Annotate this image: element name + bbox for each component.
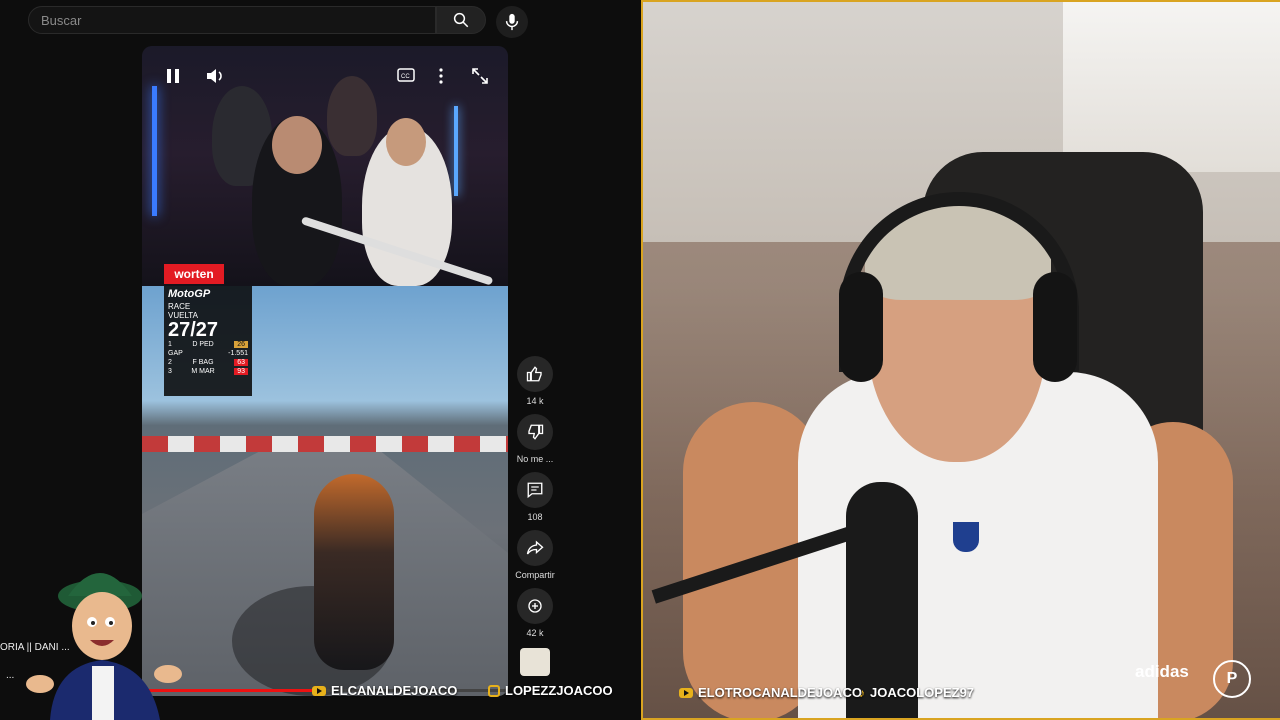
stream-layout: Buscar CC worten MotoGP RACE VUELTA 27/2… — [0, 0, 1280, 720]
headset-earcup — [839, 272, 883, 382]
more-vertical-icon — [439, 68, 443, 84]
share-label: Compartir — [515, 570, 555, 580]
sponsor-logo: worten — [164, 264, 224, 284]
captions-button[interactable]: CC — [397, 68, 415, 87]
webcam-reaction-video: CC — [142, 46, 508, 286]
standings-row: 3 M MAR 93 — [164, 367, 252, 376]
sound-thumbnail[interactable] — [520, 648, 550, 676]
lap-counter: 27/27 — [168, 319, 219, 341]
social-handle-tiktok: ♪ JOACOLOPEZ97 — [859, 685, 974, 700]
remix-icon — [528, 599, 542, 613]
person-head — [386, 118, 426, 166]
remix-count: 42 k — [526, 628, 544, 638]
like-button[interactable]: 14 k — [512, 356, 558, 410]
position: 2 — [168, 359, 172, 366]
youtube-icon — [679, 687, 693, 698]
microphone-icon — [505, 13, 519, 31]
trackside-barrier — [142, 436, 508, 452]
channel-logo-icon: P — [1213, 660, 1251, 698]
pause-button[interactable] — [166, 68, 180, 89]
voice-search-button[interactable] — [496, 6, 528, 38]
dislike-button[interactable]: No me ... — [512, 414, 558, 468]
handle-text: ELOTROCANALDEJOACO — [698, 685, 862, 700]
short-video-player[interactable]: CC worten MotoGP RACE VUELTA 27/27 1 D P… — [142, 46, 508, 696]
standings-row: 1 D PED 26 — [164, 340, 252, 349]
more-options-button[interactable] — [439, 68, 443, 89]
pause-icon — [167, 69, 179, 83]
search-input[interactable]: Buscar — [28, 6, 436, 34]
fullscreen-button[interactable] — [472, 68, 488, 89]
bright-window — [1063, 2, 1280, 172]
gap-row: GAP -1.551 — [164, 349, 252, 358]
rider-name: F BAG — [192, 359, 214, 366]
volume-button[interactable] — [206, 68, 224, 89]
neon-light — [454, 106, 458, 196]
dislike-label: No me ... — [516, 454, 554, 464]
thumbs-down-icon — [528, 424, 544, 440]
person-head — [272, 116, 322, 174]
youtube-shorts-panel: Buscar CC worten MotoGP RACE VUELTA 27/2… — [0, 0, 640, 720]
gap-value: -1.551 — [228, 350, 248, 357]
search-icon — [453, 12, 469, 28]
standings-row: 2 F BAG 63 — [164, 358, 252, 367]
social-handle-instagram: LOPEZZJOACOO — [488, 683, 613, 698]
comments-button[interactable]: 108 — [512, 472, 558, 526]
adidas-logo: adidas — [1135, 662, 1189, 681]
person-silhouette — [327, 76, 377, 156]
race-standings-overlay: MotoGP RACE VUELTA 27/27 1 D PED 26 GAP … — [164, 286, 252, 396]
tiktok-icon: ♪ — [859, 685, 865, 700]
streamer-webcam-panel: ELOTROCANALDEJOACO ♪ JOACOLOPEZ97 adidas… — [641, 0, 1280, 720]
rider-number: 63 — [234, 359, 248, 366]
social-handle-youtube: ELCANALDEJOACO — [312, 683, 457, 698]
search-button[interactable] — [436, 6, 486, 34]
series-logo: MotoGP — [168, 288, 211, 300]
share-button[interactable]: Compartir — [512, 530, 558, 584]
race-label: RACE — [168, 302, 191, 311]
thumbs-up-icon — [526, 366, 542, 382]
rider-name: M MAR — [191, 368, 215, 375]
position: 3 — [168, 368, 172, 375]
rider-name: D PED — [192, 341, 214, 348]
remix-button[interactable]: 42 k — [512, 588, 558, 642]
club-crest — [953, 522, 979, 552]
headset-earcup — [1033, 272, 1077, 382]
cartoon-avatar-mascot — [26, 573, 182, 720]
social-handle-youtube: ELOTROCANALDEJOACO — [679, 685, 862, 700]
position: 1 — [168, 341, 172, 348]
like-count: 14 k — [526, 396, 544, 406]
captions-icon: CC — [397, 68, 415, 82]
comment-icon — [527, 482, 543, 499]
comment-count: 108 — [527, 512, 543, 522]
handle-text: JOACOLOPEZ97 — [870, 685, 975, 700]
neon-light — [152, 86, 157, 216]
instagram-icon — [488, 684, 500, 697]
short-actions: 14 k No me ... 108 Compartir 42 k — [512, 356, 558, 676]
handle-text: ELCANALDEJOACO — [331, 683, 458, 698]
volume-icon — [207, 69, 222, 83]
motorcycle-rider — [314, 474, 394, 670]
gap-label: GAP — [168, 350, 183, 357]
youtube-kick-icon — [312, 685, 326, 696]
svg-text:CC: CC — [401, 74, 410, 80]
rider-number: 93 — [234, 368, 248, 375]
share-icon — [526, 540, 544, 555]
expand-icon — [472, 68, 488, 84]
rider-number: 26 — [234, 341, 248, 348]
handle-text: LOPEZZJOACOO — [505, 683, 613, 698]
